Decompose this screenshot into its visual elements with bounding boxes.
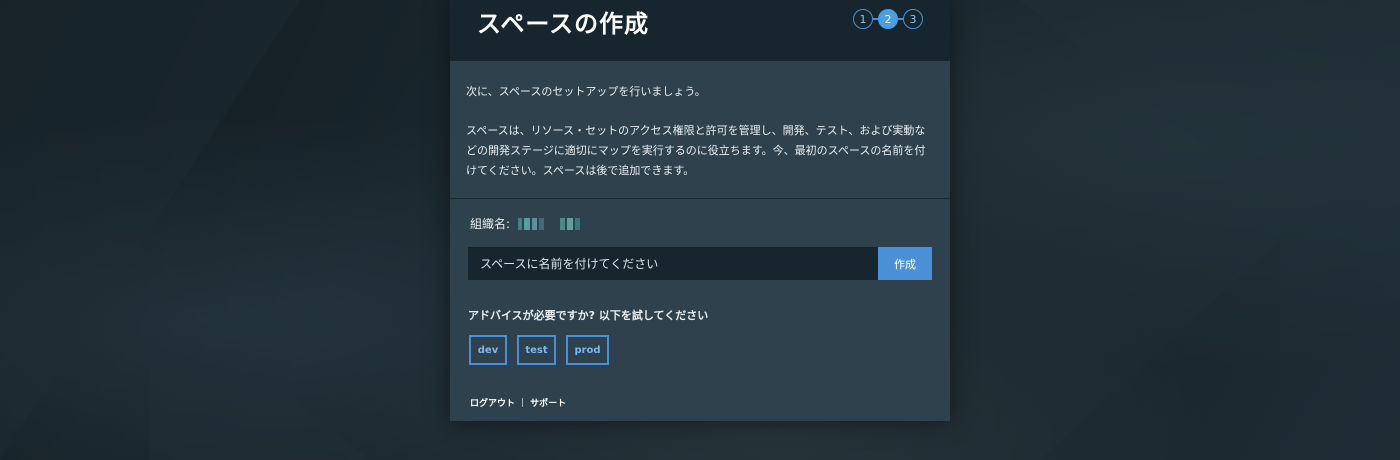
step-3: 3 <box>903 9 923 29</box>
intro-line-1: 次に、スペースのセットアップを行いましょう。 <box>466 85 706 98</box>
suggestion-chips: dev test prod <box>469 335 609 365</box>
background-facet <box>150 280 370 460</box>
intro-line-2: スペースは、リソース・セットのアクセス権限と許可を管理し、開発、テスト、および実… <box>466 124 926 177</box>
suggestion-test-button[interactable]: test <box>517 335 556 365</box>
suggestion-dev-button[interactable]: dev <box>469 335 507 365</box>
dialog-header: スペースの作成 1 2 3 <box>450 0 950 61</box>
step-1: 1 <box>853 9 873 29</box>
background-facet <box>1040 240 1280 460</box>
advice-text: アドバイスが必要ですか? 以下を試してください <box>468 309 709 322</box>
org-name-redacted <box>518 217 581 230</box>
create-button[interactable]: 作成 <box>878 247 932 280</box>
page-title: スペースの作成 <box>477 10 650 38</box>
support-link[interactable]: サポート <box>530 396 566 409</box>
create-space-dialog: スペースの作成 1 2 3 次に、スペースのセットアップを行いましょう。 スペー… <box>450 0 950 421</box>
logout-link[interactable]: ログアウト <box>470 396 515 409</box>
step-indicator: 1 2 3 <box>853 9 923 29</box>
section-divider <box>450 198 950 199</box>
space-name-form: 作成 <box>468 247 932 280</box>
intro-text: 次に、スペースのセットアップを行いましょう。 スペースは、リソース・セットのアク… <box>450 61 950 181</box>
suggestion-prod-button[interactable]: prod <box>566 335 609 365</box>
space-name-input[interactable] <box>468 247 878 280</box>
org-label: 組織名: <box>470 217 511 231</box>
step-2-current: 2 <box>878 9 898 29</box>
footer-links: ログアウト | サポート <box>470 396 566 410</box>
footer-separator: | <box>521 397 525 408</box>
organization-info: 組織名: <box>470 215 581 232</box>
